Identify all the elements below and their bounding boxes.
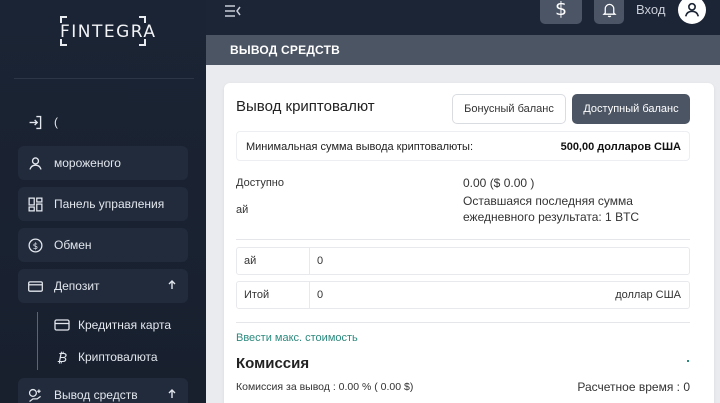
sidebar-item-exchange[interactable]: $ Обмен: [18, 228, 188, 262]
sidebar-item-label: Панель управления: [54, 197, 165, 211]
sidebar-item-login[interactable]: (: [18, 105, 188, 139]
sidebar-item-label: Вывод средств: [54, 388, 138, 402]
sidebar-item-label: мороженого: [54, 156, 121, 170]
bitcoin-icon: ₿: [56, 349, 68, 365]
sidebar-item-deposit[interactable]: Депозит: [18, 269, 188, 303]
submenu-line: [37, 312, 38, 370]
chevron-up-icon[interactable]: [166, 388, 178, 400]
bell-icon: [601, 3, 617, 17]
exchange-icon: $: [26, 236, 44, 254]
logo-text: FINTEGRA: [60, 22, 157, 42]
min-withdraw-label: Минимальная сумма вывода криптовалюты:: [246, 141, 474, 153]
min-withdraw-box: Минимальная сумма вывода криптовалюты: 5…: [236, 131, 690, 161]
remaining-daily-text: Оставшаяся последняя сумма ежедневного р…: [463, 194, 640, 224]
min-withdraw-value: 500,00 долларов США: [560, 141, 681, 153]
sidebar-item-label: Обмен: [54, 238, 92, 252]
dashboard-icon: [26, 195, 44, 213]
fintegra-logo[interactable]: FINTEGRA: [60, 16, 157, 46]
chevron-up-icon[interactable]: [166, 279, 178, 291]
sidebar-subitem-crypto[interactable]: ₿ Криптовалюта: [54, 349, 158, 365]
sidebar-item-dashboard[interactable]: Панель управления: [18, 187, 188, 221]
sidebar-item-user[interactable]: мороженого: [18, 146, 188, 180]
user-icon: [684, 2, 700, 17]
divider: [236, 239, 690, 240]
available-label: Доступно: [236, 177, 285, 189]
sidebar-item-label: (: [54, 115, 58, 129]
notifications-button[interactable]: [594, 0, 624, 24]
bonus-balance-button[interactable]: Бонусный баланс: [452, 94, 566, 124]
estimated-time: Расчетное время : 0: [577, 380, 690, 394]
available-balance-button[interactable]: Доступный баланс: [572, 94, 690, 124]
withdraw-card: Вывод криптовалют Бонусный баланс Доступ…: [224, 83, 714, 403]
sidebar-subitem-label: Криптовалюта: [78, 350, 158, 364]
sidebar-item-withdraw[interactable]: Вывод средств: [18, 378, 188, 403]
available-value: 0.00 ($ 0.00 ): [463, 176, 535, 190]
fee-text: Комиссия за вывод : 0.00 % ( 0.00 $): [236, 381, 414, 393]
login-link[interactable]: Вход: [636, 2, 665, 17]
total-field[interactable]: Итой 0 доллар США: [236, 281, 690, 309]
sidebar-subitem-credit-card[interactable]: Кредитная карта: [54, 318, 171, 332]
total-field-value[interactable]: 0: [317, 289, 323, 301]
amount-field[interactable]: ай 0: [236, 247, 690, 275]
user-icon: [26, 154, 44, 172]
credit-card-icon: [54, 318, 70, 332]
svg-text:$: $: [32, 241, 37, 251]
avatar[interactable]: [678, 0, 706, 24]
login-icon: [26, 113, 44, 131]
total-field-label: Итой: [237, 282, 310, 308]
balance-button[interactable]: $: [540, 0, 582, 24]
fee-indicator-dot: [687, 360, 689, 362]
total-field-unit: доллар США: [615, 289, 681, 301]
withdraw-icon: [26, 386, 44, 403]
sidebar: FINTEGRA ( мороженого Панель управления …: [0, 0, 206, 403]
sidebar-item-label: Депозит: [54, 279, 100, 293]
sidebar-subitem-label: Кредитная карта: [78, 318, 172, 332]
sidebar-divider: [14, 78, 194, 79]
topbar: $ Вход: [206, 0, 720, 35]
ai-label: ай: [236, 204, 249, 216]
amount-field-label: ай: [237, 248, 310, 274]
amount-field-value[interactable]: 0: [317, 255, 323, 267]
card-title: Вывод криптовалют: [236, 98, 375, 115]
fee-heading: Комиссия: [236, 355, 310, 372]
menu-toggle-icon[interactable]: [224, 3, 242, 19]
page-title: ВЫВОД СРЕДСТВ: [206, 35, 720, 65]
divider: [236, 322, 690, 323]
enter-max-link[interactable]: Ввести макс. стоимость: [236, 332, 358, 344]
card-icon: [26, 277, 44, 295]
dollar-icon: $: [554, 0, 568, 20]
